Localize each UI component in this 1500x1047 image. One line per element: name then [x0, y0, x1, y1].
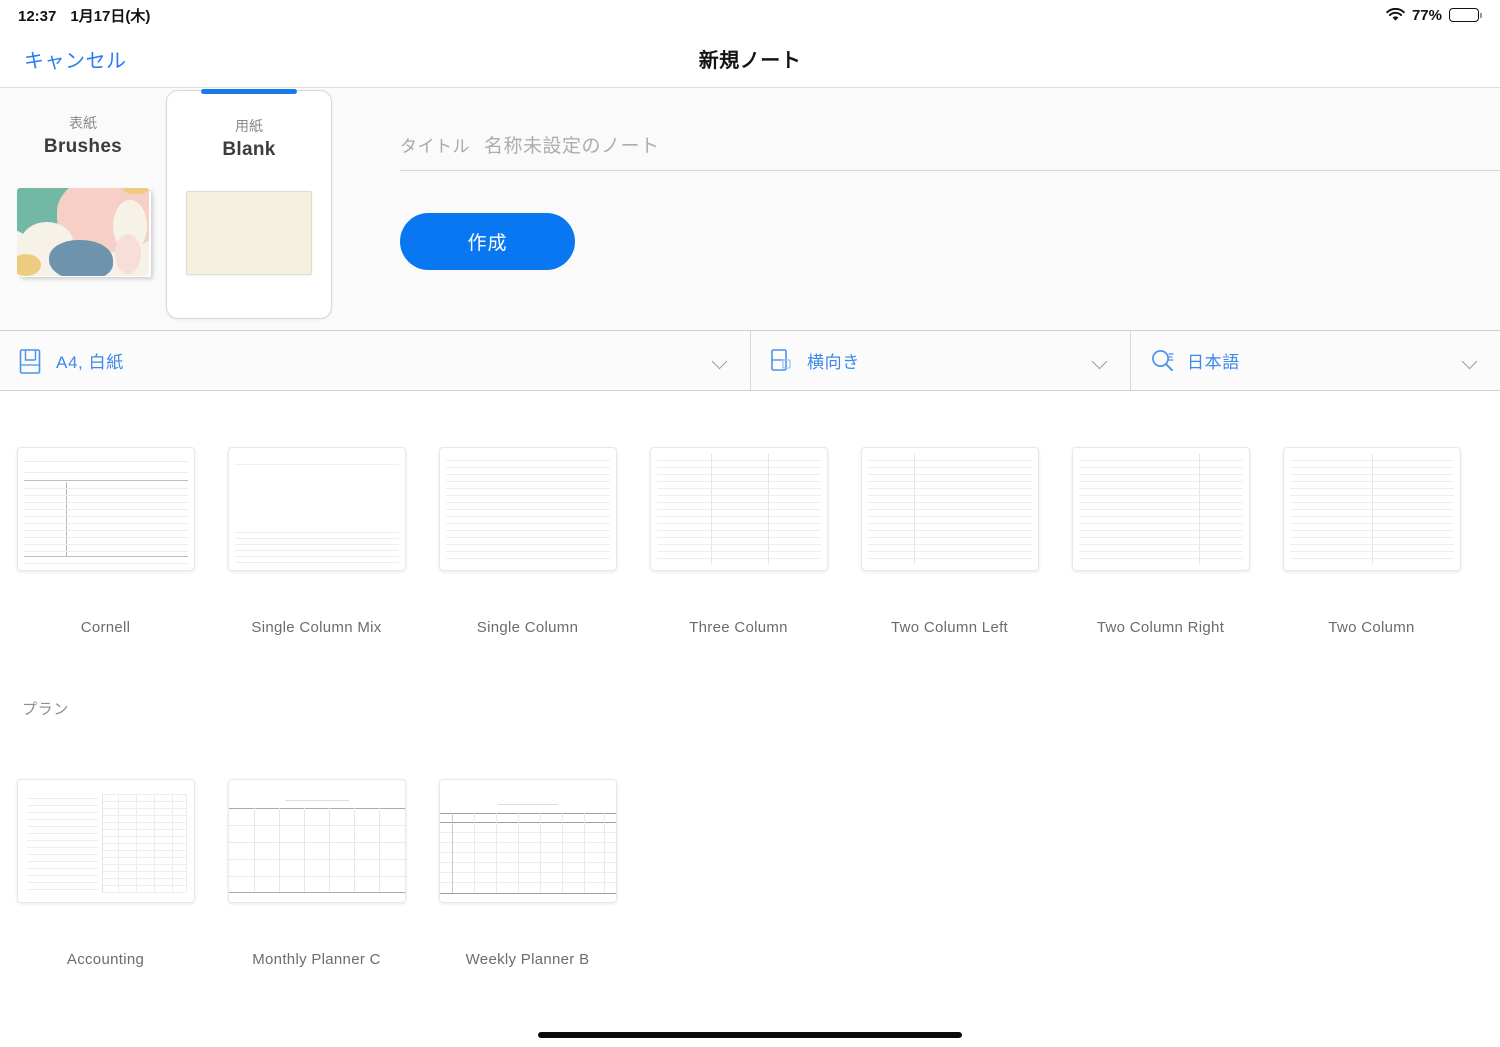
orientation-icon — [769, 347, 795, 375]
template-item-accounting[interactable]: Accounting — [0, 779, 211, 968]
template-label: Two Column — [1328, 619, 1415, 636]
options-bar: A4, 白紙 横向き 日本語 — [0, 331, 1500, 391]
template-label: Two Column Left — [890, 619, 1009, 636]
template-thumbnail — [227, 779, 406, 903]
title-label: タイトル — [400, 137, 470, 156]
paper-size-value: A4, 白紙 — [56, 353, 124, 372]
status-bar-date: 1月17日(木) — [70, 7, 151, 25]
picker-group: 表紙 Brushes 用紙 Blank — [0, 88, 390, 330]
language-value: 日本語 — [1187, 353, 1240, 372]
paper-picker-kind: 用紙 — [235, 118, 263, 134]
cover-picker-name: Brushes — [43, 136, 123, 157]
template-item-weekly-planner-b[interactable]: Weekly Planner B — [422, 779, 633, 968]
note-config-panel: 表紙 Brushes 用紙 Blank タイトル 名称未設定のノート 作成 — [0, 88, 1500, 331]
template-item-cornell[interactable]: Cornell — [0, 447, 211, 636]
template-item-single-column[interactable]: Single Column — [422, 447, 633, 636]
template-label: Accounting — [66, 951, 145, 968]
paper-picker-name: Blank — [222, 139, 276, 160]
title-area: タイトル 作成 — [390, 88, 1500, 330]
page-size-icon — [18, 347, 44, 375]
template-label: Cornell — [80, 619, 131, 636]
template-item-two-column-right[interactable]: Two Column Right — [1055, 447, 1266, 636]
paper-blank-thumbnail[interactable] — [186, 191, 312, 275]
template-label: Two Column Right — [1096, 619, 1225, 636]
navigation-bar: キャンセル 新規ノート — [0, 30, 1500, 88]
template-item-two-column[interactable]: Two Column — [1266, 447, 1477, 636]
paper-size-select[interactable]: A4, 白紙 — [0, 331, 750, 390]
plan-template-row: Accounting Monthly Planner C Weekly Plan… — [0, 719, 1500, 968]
chevron-down-icon[interactable] — [713, 356, 728, 365]
home-indicator[interactable] — [538, 1032, 962, 1038]
template-item-two-column-left[interactable]: Two Column Left — [844, 447, 1055, 636]
language-select[interactable]: 日本語 — [1130, 331, 1500, 390]
status-bar-time: 12:37 — [18, 7, 57, 25]
template-item-single-column-mix[interactable]: Single Column Mix — [211, 447, 422, 636]
cover-picker[interactable]: 表紙 Brushes — [0, 88, 166, 330]
page-title: 新規ノート — [698, 50, 802, 72]
template-label: Weekly Planner B — [465, 951, 590, 968]
template-label: Monthly Planner C — [252, 951, 381, 968]
chevron-down-icon[interactable] — [1093, 356, 1108, 365]
template-thumbnail — [16, 779, 195, 903]
template-thumbnail — [649, 447, 828, 571]
template-item-three-column[interactable]: Three Column — [633, 447, 844, 636]
template-thumbnail — [1282, 447, 1461, 571]
template-thumbnail — [16, 447, 195, 571]
note-title-input[interactable] — [484, 136, 1500, 158]
template-thumbnail — [438, 447, 617, 571]
wifi-icon — [1386, 7, 1405, 22]
battery-percent-label: 77% — [1411, 6, 1442, 24]
ocr-search-icon — [1149, 347, 1175, 375]
chevron-down-icon[interactable] — [1463, 356, 1478, 365]
paper-picker-selected-indicator — [201, 89, 297, 94]
template-label: Single Column Mix — [251, 619, 382, 636]
template-label: Single Column — [476, 619, 579, 636]
orientation-value: 横向き — [807, 353, 860, 372]
template-thumbnail — [1071, 447, 1250, 571]
status-bar: 12:37 1月17日(木) 77% — [0, 0, 1500, 30]
orientation-select[interactable]: 横向き — [750, 331, 1130, 390]
paper-picker[interactable]: 用紙 Blank — [166, 89, 332, 319]
template-label: Three Column — [689, 619, 788, 636]
template-thumbnail — [860, 447, 1039, 571]
create-button[interactable]: 作成 — [400, 213, 575, 270]
template-browser: Cornell Single Column Mix Single Column … — [0, 391, 1500, 968]
template-thumbnail — [438, 779, 617, 903]
note-template-row: Cornell Single Column Mix Single Column … — [0, 391, 1500, 636]
section-heading-plan: プラン — [22, 701, 69, 718]
title-field-row: タイトル — [400, 132, 1500, 171]
cover-brushes-thumbnail[interactable] — [17, 188, 149, 276]
template-thumbnail — [227, 447, 406, 571]
cancel-button[interactable]: キャンセル — [24, 44, 127, 73]
battery-icon — [1449, 8, 1482, 22]
template-item-monthly-planner-c[interactable]: Monthly Planner C — [211, 779, 422, 968]
cover-picker-kind: 表紙 — [69, 115, 97, 131]
